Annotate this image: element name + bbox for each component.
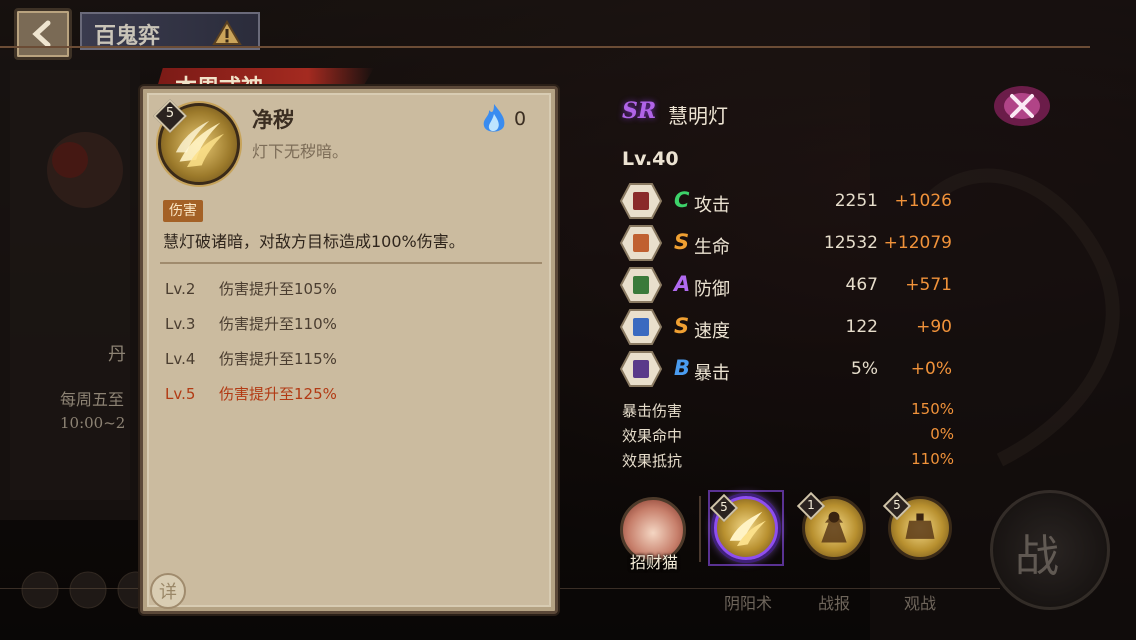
skills-separator [699, 496, 701, 562]
stat-row: C 攻击 2251 +1026 [620, 182, 960, 222]
skill-name: 净秽 [252, 107, 294, 132]
level-row: Lv.3 伤害提升至110% [165, 313, 337, 334]
close-button[interactable] [990, 80, 1054, 132]
sub-stat-name: 效果命中 [622, 427, 683, 445]
stat-base-value: 467 [845, 275, 878, 295]
stat-grade: C [674, 188, 690, 212]
sub-stat-row: 效果抵抗 110% [622, 450, 954, 471]
slot-level-value: 5 [893, 498, 901, 512]
stat-name: 速度 [694, 321, 730, 342]
stat-grade: S [674, 230, 690, 254]
level-effect: 伤害提升至105% [219, 280, 337, 298]
stat-row: S 速度 122 +90 [620, 308, 960, 348]
skill-level-value: 5 [165, 106, 175, 121]
onibi-cost: 0 [514, 108, 527, 130]
shikigami-name: 慧明灯 [668, 104, 728, 128]
menu-spectate[interactable]: 观战 [904, 590, 936, 614]
skill-effect: 慧灯破诸暗，对敌方目标造成100%伤害。 [163, 232, 465, 251]
stat-bonus-value: +0% [910, 359, 952, 379]
speed-icon [620, 309, 662, 345]
sub-stat-row: 暴击伤害 150% [622, 400, 954, 421]
bg-label-1: 丹 [108, 344, 126, 365]
slot-level-value: 5 [720, 500, 728, 514]
onibi-fire-icon [483, 104, 505, 132]
stat-name: 生命 [694, 237, 730, 258]
bg-label-3: 10:00~2 [60, 414, 126, 432]
top-divider [0, 46, 1090, 48]
stat-bonus-value: +12079 [883, 233, 952, 253]
stat-name: 防御 [694, 279, 730, 300]
stat-base-value: 12532 [823, 233, 878, 253]
stat-base-value: 5% [851, 359, 878, 379]
level-effect: 伤害提升至125% [219, 385, 337, 403]
back-button[interactable] [14, 8, 72, 60]
stat-name: 暴击 [694, 363, 730, 384]
warning-icon[interactable] [212, 20, 242, 46]
stat-row: A 防御 467 +571 [620, 266, 960, 306]
sub-stat-value: 110% [911, 450, 954, 468]
top-bar: 百鬼弈 [0, 0, 1136, 60]
sub-stat-name: 效果抵抗 [622, 452, 683, 470]
bg-label-2: 每周五至 [60, 390, 125, 409]
level-effect: 伤害提升至115% [219, 350, 337, 368]
battle-label: 战 [1015, 531, 1059, 582]
level-effect: 伤害提升至110% [219, 315, 337, 333]
slot-level-value: 1 [807, 498, 815, 512]
shikigami-level: Lv.40 [622, 148, 679, 170]
level-label: Lv.3 [165, 315, 196, 333]
shikigami-avatar-label: 招财猫 [629, 553, 678, 572]
crit-icon [620, 351, 662, 387]
stat-bonus-value: +90 [916, 317, 952, 337]
stat-bonus-value: +1026 [894, 191, 952, 211]
menu-battle-report[interactable]: 战报 [818, 590, 850, 614]
stat-grade: S [674, 314, 690, 338]
skill-flavor-text: 灯下无秽暗。 [252, 142, 349, 161]
level-row: Lv.2 伤害提升至105% [165, 278, 337, 299]
sub-stat-row: 效果命中 0% [622, 425, 954, 446]
stat-base-value: 2251 [834, 191, 878, 211]
level-label: Lv.5 [165, 385, 196, 403]
sub-stat-value: 150% [911, 400, 954, 418]
stat-row: B 暴击 5% +0% [620, 350, 960, 390]
card-divider [160, 262, 542, 264]
level-row-current: Lv.5 伤害提升至125% [165, 383, 337, 404]
attack-icon [620, 183, 662, 219]
menu-onmyoji[interactable]: 阴阳术 [724, 590, 772, 614]
level-label: Lv.4 [165, 350, 196, 368]
skill-type-tag: 伤害 [163, 200, 203, 222]
rarity-badge: SR [622, 98, 657, 124]
stat-grade: B [674, 356, 691, 380]
sub-stat-name: 暴击伤害 [622, 402, 683, 420]
stat-bonus-value: +571 [905, 275, 952, 295]
stat-grade: A [674, 272, 691, 296]
stat-base-value: 122 [845, 317, 878, 337]
arrow-left-icon [32, 20, 51, 48]
level-row: Lv.4 伤害提升至115% [165, 348, 337, 369]
stat-row: S 生命 12532 +12079 [620, 224, 960, 264]
detail-button[interactable]: 详 [150, 573, 186, 609]
close-icon [994, 86, 1050, 126]
health-icon [620, 225, 662, 261]
stat-name: 攻击 [694, 195, 730, 216]
defense-icon [620, 267, 662, 303]
sub-stat-value: 0% [930, 425, 954, 443]
level-label: Lv.2 [165, 280, 196, 298]
